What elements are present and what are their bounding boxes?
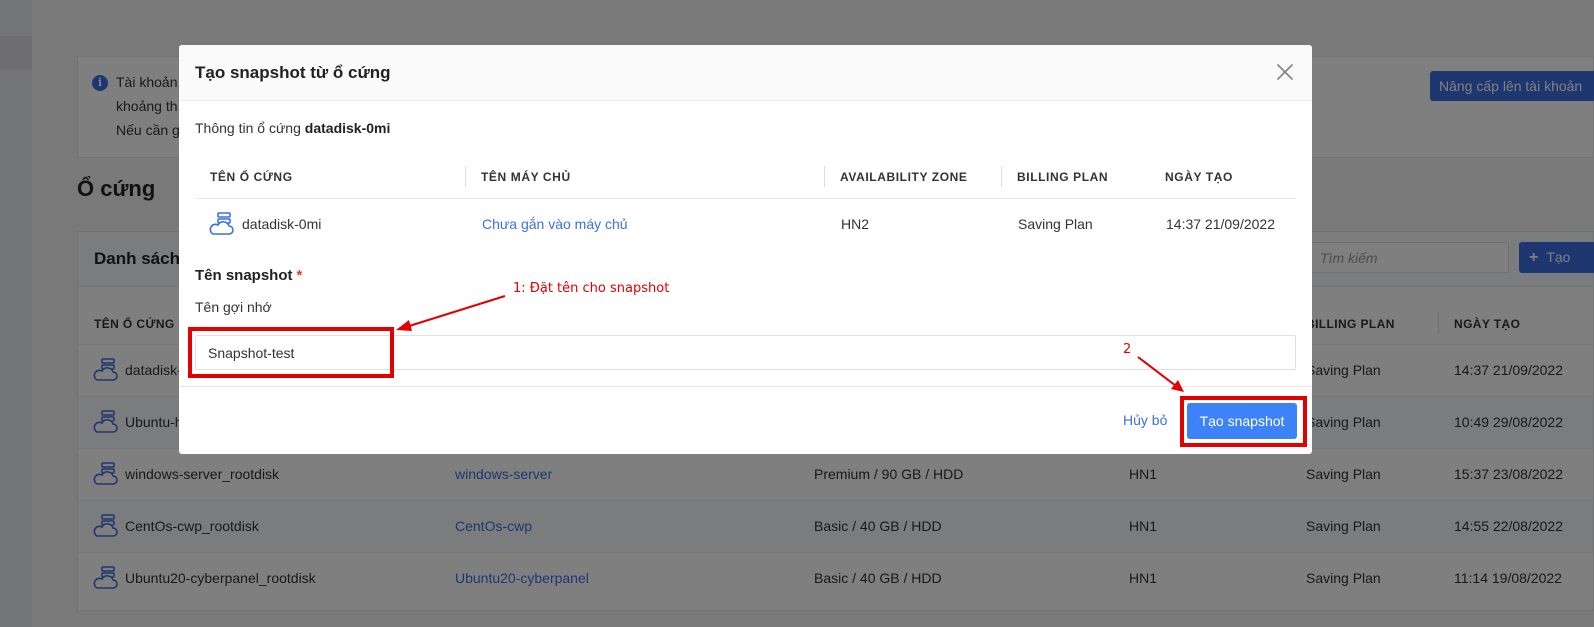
modal-title: Tạo snapshot từ ổ cứng	[195, 63, 391, 82]
created-cell: 14:37 21/09/2022	[1166, 216, 1275, 232]
close-icon[interactable]	[1275, 62, 1295, 82]
snapshot-label-text: Tên snapshot	[195, 267, 293, 284]
modal-header: Tạo snapshot từ ổ cứng	[179, 45, 1312, 101]
col-head-billing: BILLING PLAN	[1017, 170, 1109, 184]
annotation-step2-text: 2	[1123, 342, 1132, 357]
billing-cell: Saving Plan	[1018, 216, 1093, 232]
disk-info-name: datadisk-0mi	[304, 120, 391, 136]
col-head-disk-name: TÊN Ổ CỨNG	[210, 170, 293, 184]
annotation-highlight-button	[1180, 396, 1307, 447]
col-separator	[1001, 166, 1002, 187]
col-separator	[465, 166, 466, 187]
required-mark: *	[296, 267, 303, 284]
annotation-highlight-input	[188, 327, 394, 378]
zone-cell: HN2	[841, 216, 870, 232]
disk-cloud-icon	[209, 212, 234, 235]
cancel-button[interactable]: Hủy bỏ	[1123, 412, 1167, 428]
create-snapshot-modal: Tạo snapshot từ ổ cứng Thông tin ổ cứng …	[179, 45, 1312, 454]
attach-server-link[interactable]: Chưa gắn vào máy chủ	[482, 216, 628, 232]
snapshot-name-label: Tên snapshot *	[195, 267, 302, 284]
footer-divider	[179, 386, 1312, 387]
disk-name-cell: datadisk-0mi	[242, 216, 322, 232]
disk-info-prefix: Thông tin ổ cứng	[195, 120, 301, 136]
col-head-zone: AVAILABILITY ZONE	[840, 170, 968, 184]
col-separator	[824, 166, 825, 187]
snapshot-hint: Tên gợi nhớ	[195, 299, 272, 315]
col-head-server-name: TÊN MÁY CHỦ	[481, 170, 571, 184]
table-divider	[195, 198, 1296, 199]
annotation-step1-text: 1: Đặt tên cho snapshot	[513, 281, 670, 296]
disk-info-line: Thông tin ổ cứng datadisk-0mi	[195, 120, 390, 136]
col-head-created: NGÀY TẠO	[1165, 170, 1233, 184]
